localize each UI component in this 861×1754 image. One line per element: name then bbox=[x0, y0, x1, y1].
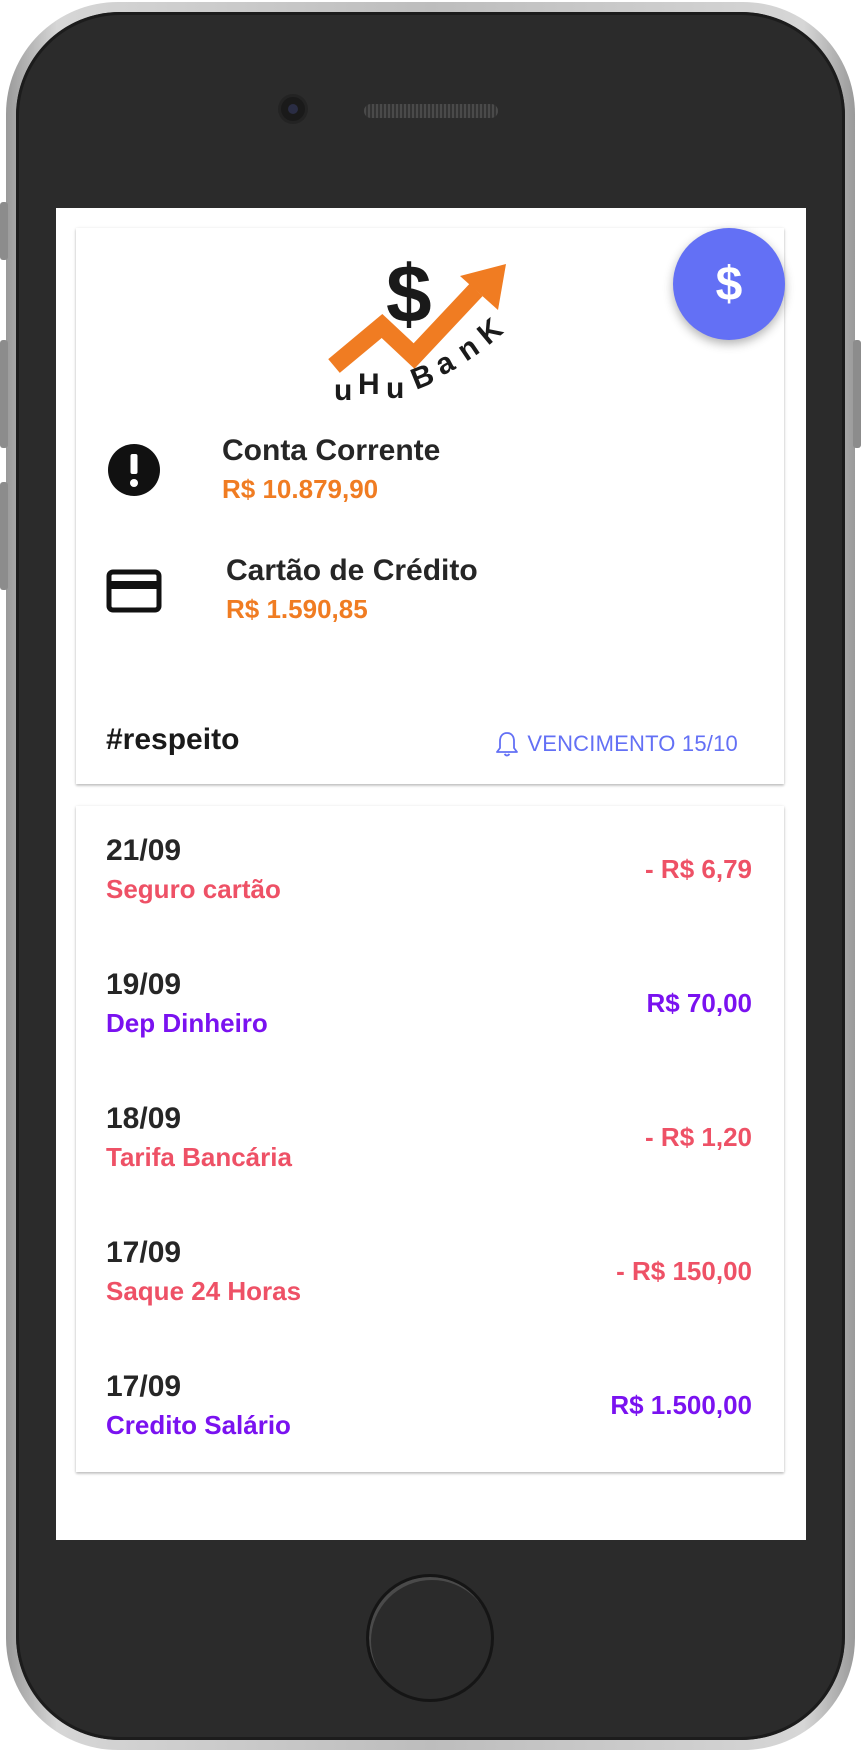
app-screen: $ u H u B a n K Conta Corrente R$ 10.879… bbox=[56, 208, 806, 1540]
transaction-description: Saque 24 Horas bbox=[106, 1276, 302, 1306]
transaction-description: Tarifa Bancária bbox=[106, 1142, 292, 1172]
account-balance-conta-corrente: R$ 10.879,90 bbox=[222, 474, 379, 504]
transaction-row[interactable]: 19/09 Dep Dinheiro R$ 70,00 bbox=[76, 940, 784, 1074]
power-button bbox=[853, 340, 861, 448]
transaction-description: Credito Salário bbox=[106, 1410, 291, 1440]
bell-icon bbox=[496, 732, 519, 757]
transaction-row[interactable]: 21/09 Seguro cartão - R$ 6,79 bbox=[76, 806, 784, 940]
transaction-date: 17/09 bbox=[106, 1370, 182, 1403]
account-name-conta-corrente: Conta Corrente bbox=[222, 434, 441, 467]
earpiece-speaker bbox=[364, 104, 498, 118]
volume-down-button bbox=[0, 482, 8, 590]
front-camera bbox=[281, 97, 305, 121]
dollar-icon: $ bbox=[715, 257, 743, 311]
due-date-label: VENCIMENTO 15/10 bbox=[527, 731, 738, 756]
uhubank-logo: $ u H u B a n K bbox=[328, 238, 538, 408]
transaction-amount: - R$ 1,20 bbox=[645, 1122, 752, 1152]
transaction-date: 19/09 bbox=[106, 968, 182, 1001]
transactions-card: 21/09 Seguro cartão - R$ 6,79 19/09 Dep … bbox=[76, 806, 784, 1472]
transaction-date: 21/09 bbox=[106, 834, 182, 867]
transaction-date: 18/09 bbox=[106, 1102, 182, 1135]
transaction-row[interactable]: 17/09 Saque 24 Horas - R$ 150,00 bbox=[76, 1208, 784, 1342]
mute-switch bbox=[0, 202, 8, 260]
transaction-description: Dep Dinheiro bbox=[106, 1008, 268, 1038]
transaction-row[interactable]: 18/09 Tarifa Bancária - R$ 1,20 bbox=[76, 1074, 784, 1208]
home-button[interactable] bbox=[366, 1574, 494, 1702]
transaction-amount: - R$ 150,00 bbox=[616, 1256, 752, 1286]
volume-up-button bbox=[0, 340, 8, 448]
transaction-amount: - R$ 6,79 bbox=[645, 854, 752, 884]
due-date-button[interactable]: VENCIMENTO 15/10 bbox=[495, 730, 738, 758]
transaction-row[interactable]: 17/09 Credito Salário R$ 1.500,00 bbox=[76, 1342, 784, 1476]
transaction-amount: R$ 1.500,00 bbox=[610, 1390, 752, 1420]
credit-card-icon bbox=[106, 569, 162, 613]
logo-graphic bbox=[328, 264, 506, 373]
transaction-date: 17/09 bbox=[106, 1236, 182, 1269]
exclamation-circle-icon bbox=[108, 444, 160, 496]
dollar-fab-button[interactable]: $ bbox=[673, 228, 785, 340]
account-balance-cartao-de-credito: R$ 1.590,85 bbox=[226, 594, 368, 624]
transaction-description: Seguro cartão bbox=[106, 874, 281, 904]
account-summary-card: $ u H u B a n K Conta Corrente R$ 10.879… bbox=[76, 228, 784, 784]
transaction-amount: R$ 70,00 bbox=[646, 988, 752, 1018]
respeito-tag: #respeito bbox=[106, 723, 240, 756]
account-name-cartao-de-credito: Cartão de Crédito bbox=[226, 554, 478, 587]
